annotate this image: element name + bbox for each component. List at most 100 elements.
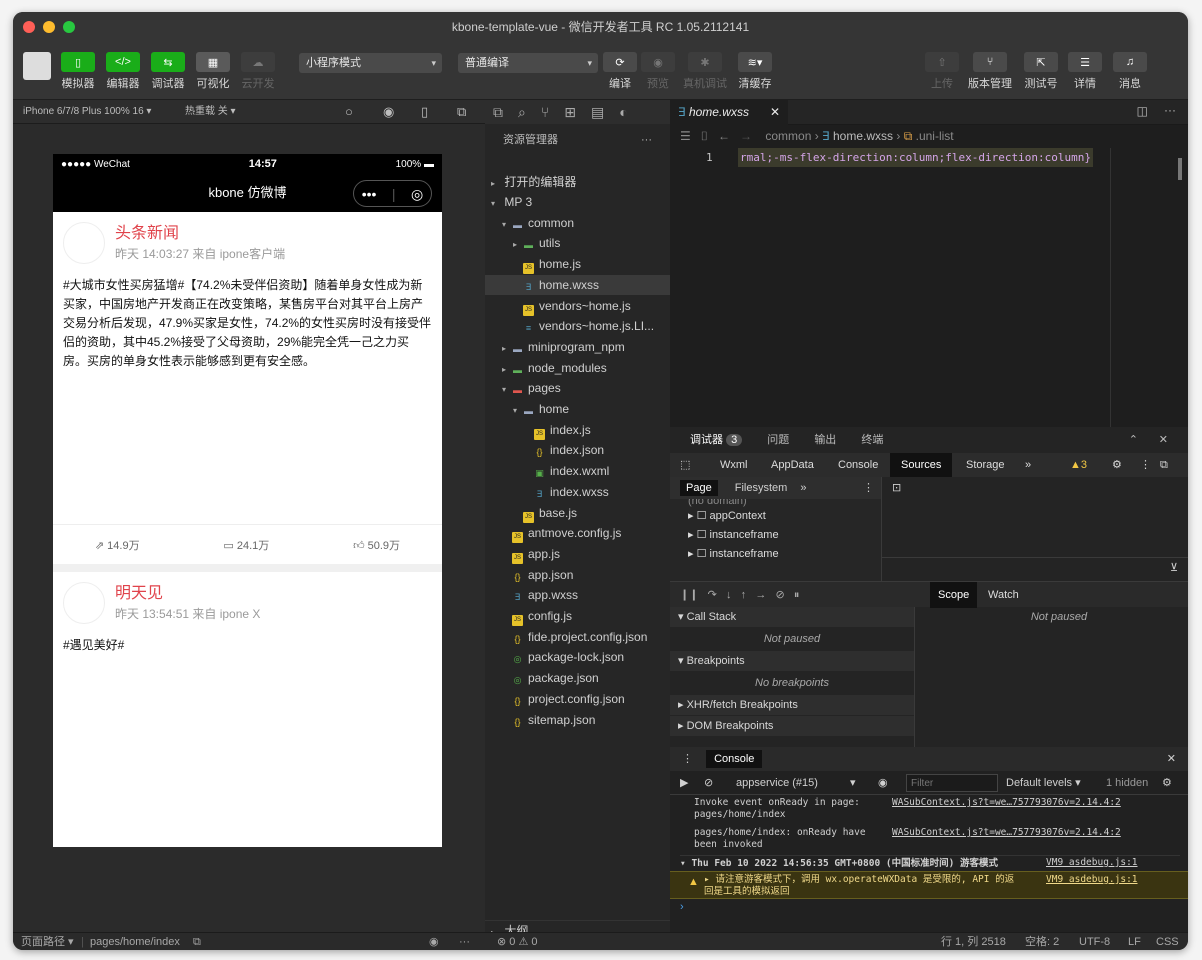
clear-console-icon[interactable]: ⊘: [704, 771, 713, 795]
clear-cache-button[interactable]: ≋▾ 清缓存: [738, 52, 772, 91]
source-control-icon[interactable]: ⑂: [541, 104, 549, 120]
tree-item[interactable]: ▸ ☐ instanceframe: [688, 545, 881, 564]
tab-console[interactable]: Console: [838, 453, 878, 477]
file-item[interactable]: {} sitemap.json: [485, 710, 670, 730]
zoom-window-button[interactable]: [63, 21, 75, 33]
file-item[interactable]: ∃ app.wxss: [485, 585, 670, 605]
gear-icon[interactable]: ⚙: [1162, 771, 1172, 795]
tab-home-wxss[interactable]: ∃ home.wxss ✕: [670, 100, 788, 125]
tab-console-drawer[interactable]: Console: [706, 750, 763, 768]
file-item[interactable]: ◎ package.json: [485, 668, 670, 688]
dom-breakpoints-section[interactable]: ▸ DOM Breakpoints: [670, 716, 914, 736]
close-window-button[interactable]: [23, 21, 35, 33]
source-link[interactable]: VM9 asdebug.js:1: [1046, 874, 1138, 885]
panel-icon[interactable]: ▤: [591, 104, 604, 121]
real-debug-button[interactable]: ✱ 真机调试: [683, 52, 727, 91]
tab-watch[interactable]: Watch: [988, 582, 1019, 608]
avatar[interactable]: [23, 52, 51, 80]
rotate-icon[interactable]: ○: [345, 100, 353, 124]
dock-icon[interactable]: ⧉: [1160, 453, 1168, 477]
pause-icon[interactable]: ❙❙: [680, 589, 698, 601]
popout-icon[interactable]: ⧉: [457, 100, 466, 124]
post-card[interactable]: 头条新闻 昨天 14:03:27 来自 ipone客户端 #大城市女性买房猛增#…: [53, 212, 442, 371]
cloud-button[interactable]: ☁ 云开发: [241, 52, 275, 91]
upload-button[interactable]: ⇧ 上传: [925, 52, 959, 91]
file-item[interactable]: {} fide.project.config.json: [485, 627, 670, 647]
more-icon[interactable]: ⋮: [682, 753, 693, 765]
scrollbar[interactable]: [1178, 158, 1182, 180]
source-link[interactable]: WASubContext.js?t=we…757793076v=2.14.4:2: [892, 797, 1121, 808]
breakpoints-section[interactable]: ▾ Breakpoints: [670, 651, 914, 671]
deactivate-breakpoints-icon[interactable]: ⊘: [776, 589, 785, 601]
details-button[interactable]: ☰ 详情: [1068, 52, 1102, 91]
hot-reload-select[interactable]: 热重载 关 ▾: [185, 100, 236, 124]
tab-debugger[interactable]: 调试器 3: [690, 434, 743, 446]
warning-count[interactable]: ▲ 3: [1070, 453, 1087, 477]
file-item[interactable]: {} app.json: [485, 565, 670, 585]
tab-scope[interactable]: Scope: [930, 582, 978, 608]
close-icon[interactable]: ✕: [770, 100, 780, 125]
minimize-window-button[interactable]: [43, 21, 55, 33]
open-editors-section[interactable]: ▸ 打开的编辑器: [485, 172, 670, 192]
simulator-button[interactable]: ▯ 模拟器: [61, 52, 95, 91]
file-item[interactable]: ◎ package-lock.json: [485, 647, 670, 667]
tab-issues[interactable]: 问题: [767, 434, 789, 446]
file-item[interactable]: JS antmove.config.js: [485, 523, 670, 544]
tree-item[interactable]: ▸ ☐ appContext: [688, 507, 881, 526]
folder-item[interactable]: ▾ ▬ common: [485, 213, 670, 233]
line-ending[interactable]: LF: [1128, 933, 1141, 950]
file-item[interactable]: ≡ vendors~home.js.LI...: [485, 316, 670, 336]
file-item[interactable]: ∃ home.wxss: [485, 274, 670, 295]
preview-button[interactable]: ◉ 预览: [641, 52, 675, 91]
tab-appdata[interactable]: AppData: [771, 453, 814, 477]
compile-button[interactable]: ⟳ 编译: [603, 52, 637, 91]
list-icon[interactable]: ☰: [680, 129, 691, 143]
copy-icon[interactable]: ⧉: [193, 933, 201, 950]
more-icon[interactable]: ···: [641, 124, 652, 156]
file-item[interactable]: {} index.json: [485, 440, 670, 460]
more-tabs-icon[interactable]: »: [1025, 453, 1031, 477]
messages-button[interactable]: ♫ 消息: [1113, 52, 1147, 91]
file-item[interactable]: ∃ index.wxss: [485, 482, 670, 502]
indentation[interactable]: 空格: 2: [1025, 933, 1059, 950]
language-mode[interactable]: CSS: [1156, 933, 1179, 950]
more-tabs-icon[interactable]: »: [800, 482, 806, 494]
close-icon[interactable]: ✕: [1167, 747, 1176, 771]
breadcrumb-item[interactable]: home.wxss: [833, 129, 893, 143]
close-icon[interactable]: ✕: [1159, 427, 1168, 453]
tab-wxml[interactable]: Wxml: [720, 453, 748, 477]
visual-button[interactable]: ▦ 可视化: [196, 52, 230, 91]
chevron-up-icon[interactable]: ⌃: [1129, 427, 1138, 453]
problems-indicator[interactable]: ⊗ 0 ⚠ 0: [497, 933, 537, 950]
file-item[interactable]: JS config.js: [485, 606, 670, 626]
sidebar-toggle-icon[interactable]: ▶: [680, 771, 688, 795]
breadcrumb-item[interactable]: .uni-list: [916, 129, 954, 143]
file-item[interactable]: JS index.js: [485, 420, 670, 440]
file-item[interactable]: JS app.js: [485, 544, 670, 564]
log-levels-select[interactable]: Default levels ▾: [1006, 771, 1081, 795]
pause-exceptions-icon[interactable]: ⏸: [794, 589, 800, 601]
split-editor-icon[interactable]: ◫: [1137, 104, 1148, 118]
share-action[interactable]: ⇗ 14.9万: [95, 537, 140, 553]
step-icon[interactable]: →: [755, 589, 766, 601]
tab-output[interactable]: 输出: [814, 434, 836, 446]
more-icon[interactable]: ···: [1164, 103, 1176, 117]
record-icon[interactable]: ◉: [383, 100, 394, 124]
version-button[interactable]: ⑂ 版本管理: [968, 52, 1012, 91]
file-item[interactable]: JS vendors~home.js: [485, 296, 670, 316]
debugger-button[interactable]: ⇆ 调试器: [151, 52, 185, 91]
step-over-icon[interactable]: ↷: [708, 589, 717, 601]
tree-item[interactable]: ▸ ☐ instanceframe: [688, 526, 881, 545]
files-icon[interactable]: ⧉: [493, 104, 503, 121]
folder-item[interactable]: ▸ ▬ node_modules: [485, 358, 670, 378]
post-card[interactable]: 明天见 昨天 13:54:51 来自 ipone X #遇见美好#: [53, 572, 442, 655]
chevron-down-icon[interactable]: ▾: [850, 771, 856, 795]
sidebar-toggle-icon[interactable]: ⊡: [892, 481, 901, 494]
editor-button[interactable]: </> 编辑器: [106, 52, 140, 91]
forward-arrow-icon[interactable]: →: [740, 129, 752, 143]
tab-page[interactable]: Page: [680, 480, 718, 496]
xhr-breakpoints-section[interactable]: ▸ XHR/fetch Breakpoints: [670, 695, 914, 715]
comment-action[interactable]: ▭ 24.1万: [223, 537, 269, 553]
call-stack-section[interactable]: ▾ Call Stack: [670, 607, 914, 627]
folder-item[interactable]: ▾ MP 3: [485, 192, 670, 212]
